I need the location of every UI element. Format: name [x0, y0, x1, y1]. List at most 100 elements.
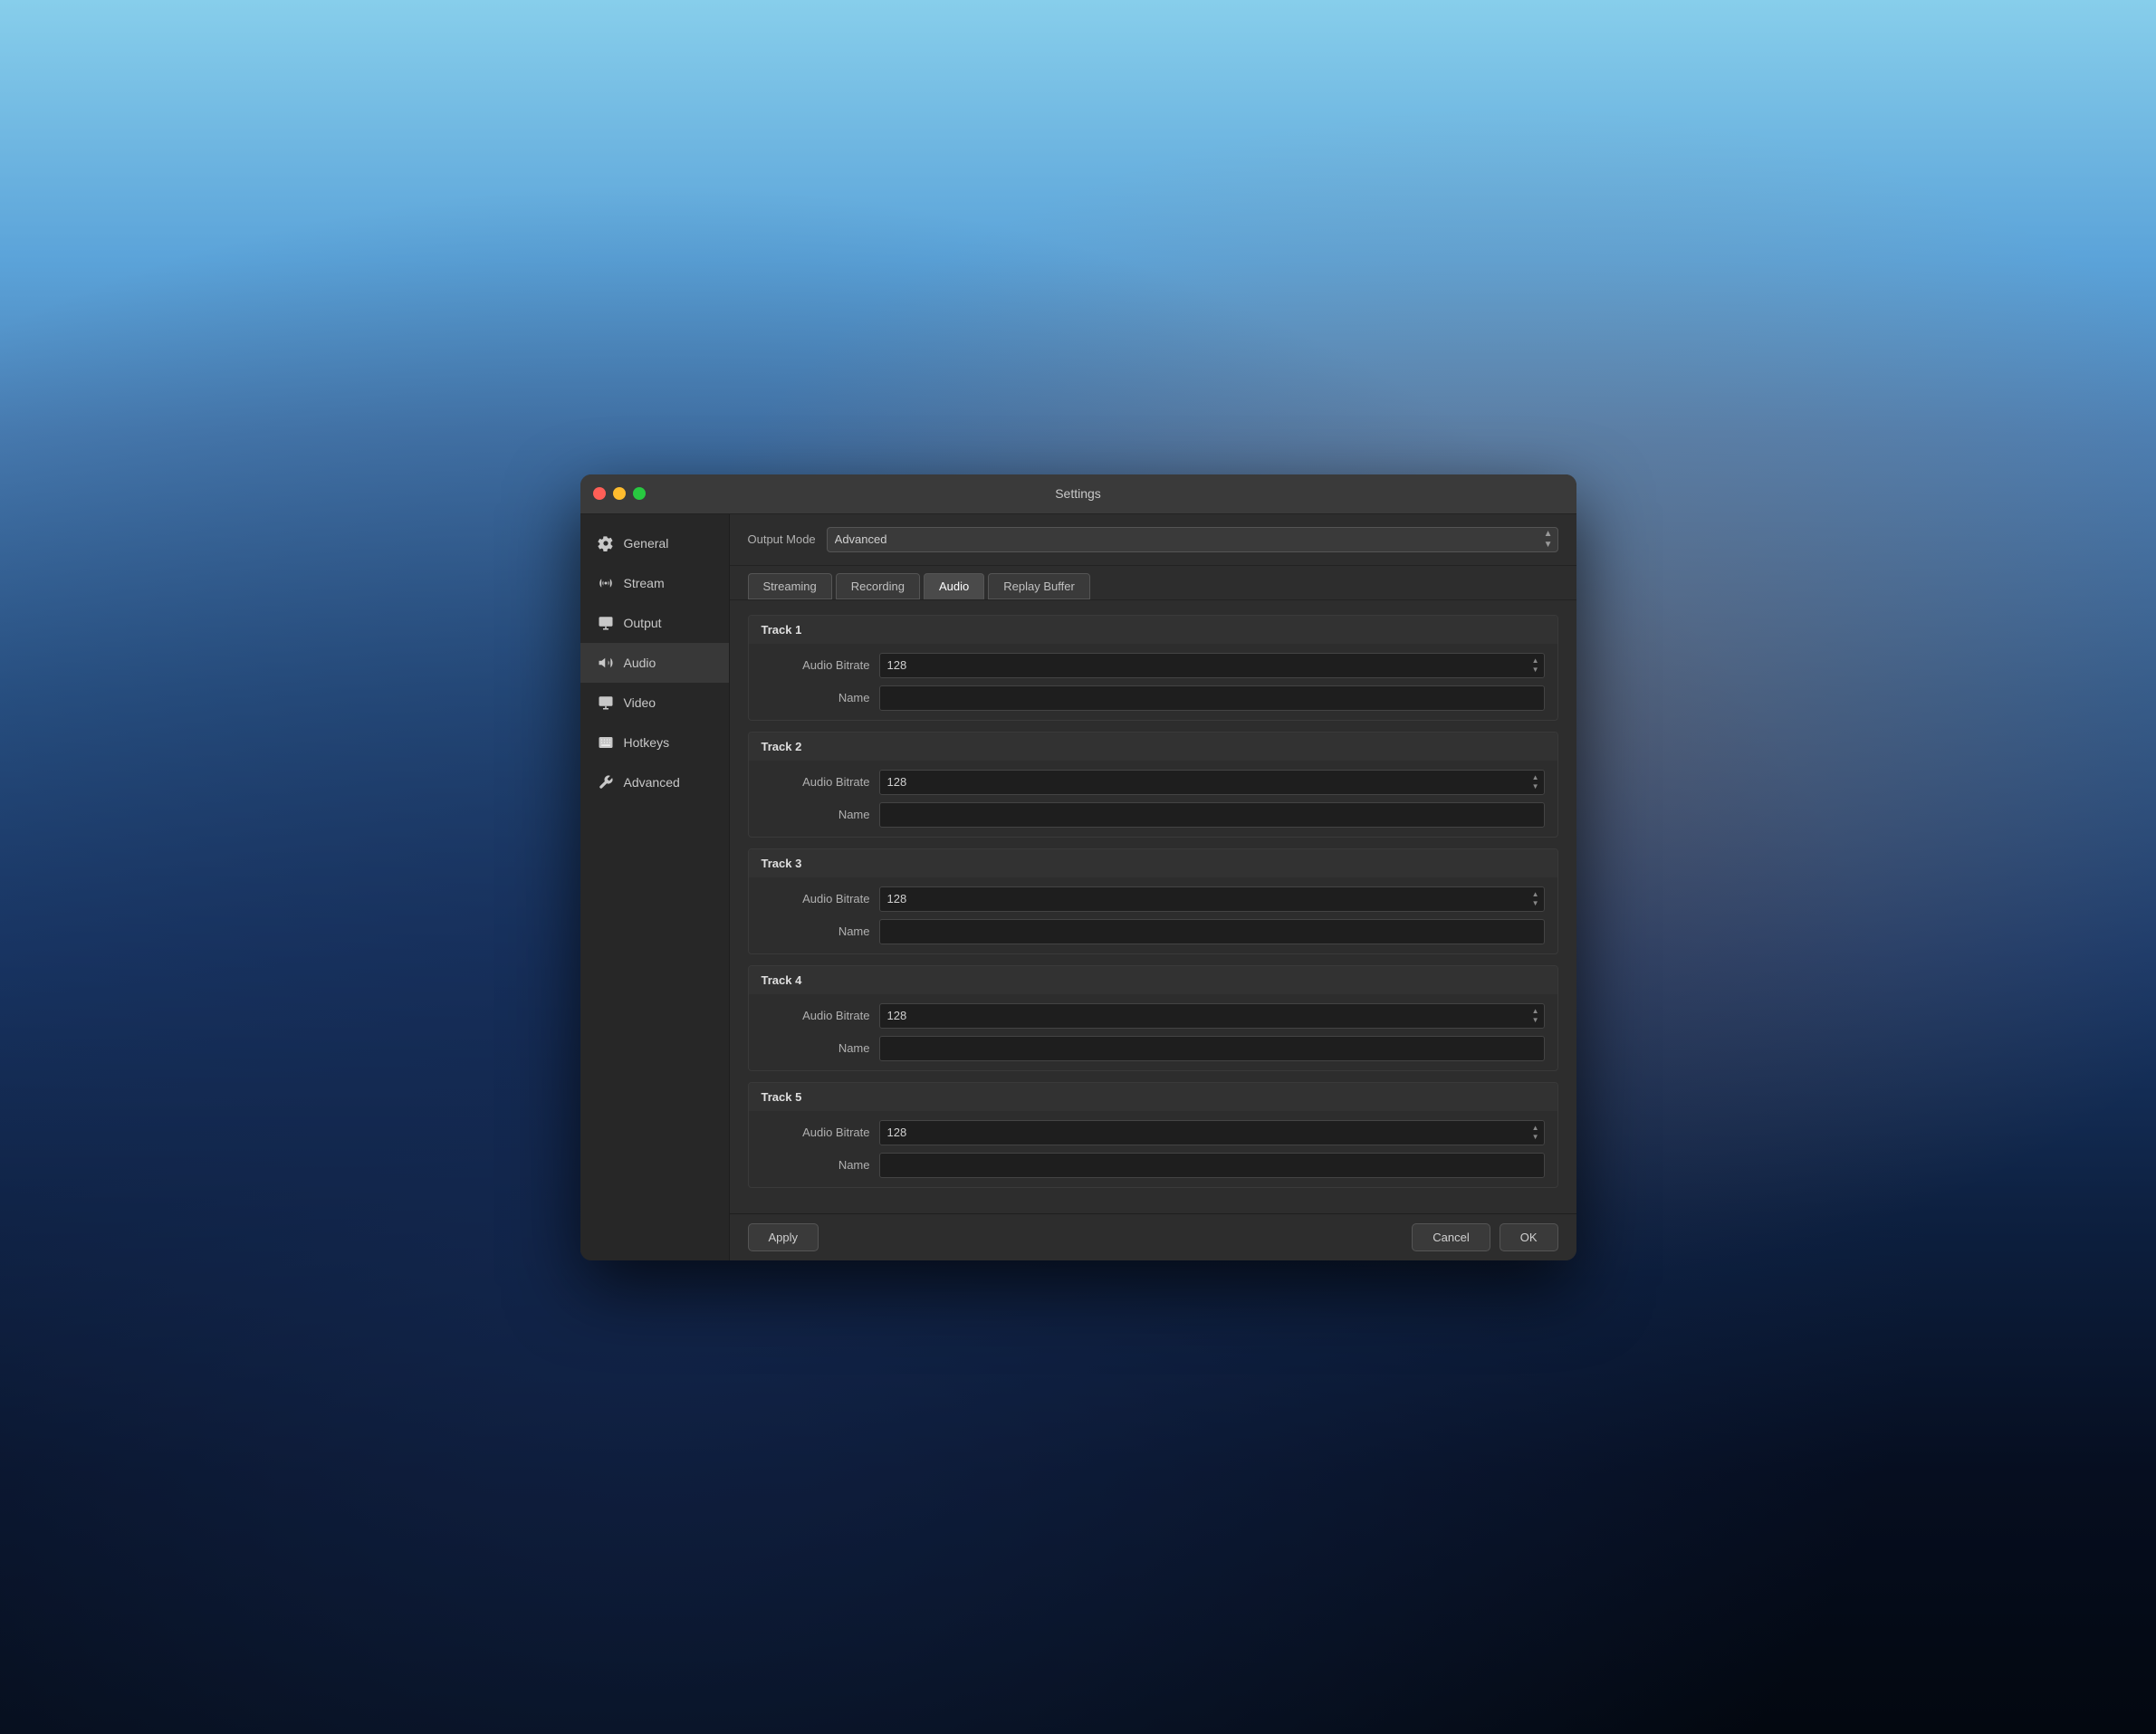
- sidebar-item-general[interactable]: General: [580, 523, 729, 563]
- track-4-name-input[interactable]: [879, 1036, 1545, 1061]
- track-5-bitrate-wrapper: 128 64 96 160 192 256 320 ▲: [879, 1120, 1545, 1145]
- track-1-name-row: Name: [762, 685, 1545, 711]
- track-2-bitrate-select[interactable]: 128 64 96 160 192 256 320: [879, 770, 1545, 795]
- track-1-header: Track 1: [749, 616, 1557, 644]
- sidebar-item-video[interactable]: Video: [580, 683, 729, 723]
- track-5-header: Track 5: [749, 1083, 1557, 1111]
- audio-icon: [597, 654, 615, 672]
- sidebar-item-hotkeys[interactable]: Hotkeys: [580, 723, 729, 762]
- track-3-bitrate-up[interactable]: ▲: [1530, 890, 1541, 899]
- ok-button[interactable]: OK: [1500, 1223, 1558, 1251]
- track-1-name-wrapper: [879, 685, 1545, 711]
- cancel-button[interactable]: Cancel: [1412, 1223, 1490, 1251]
- minimize-button[interactable]: [613, 487, 626, 500]
- track-5-bitrate-select[interactable]: 128 64 96 160 192 256 320: [879, 1120, 1545, 1145]
- track-3-bitrate-select[interactable]: 128 64 96 160 192 256 320: [879, 886, 1545, 912]
- track-3-name-input[interactable]: [879, 919, 1545, 944]
- tab-streaming[interactable]: Streaming: [748, 573, 832, 599]
- track-1-bitrate-spin: ▲ ▼: [1530, 656, 1541, 675]
- main-content: Output Mode Advanced Simple ▲ ▼ Streamin…: [730, 514, 1576, 1260]
- track-2-bitrate-wrapper: 128 64 96 160 192 256 320 ▲: [879, 770, 1545, 795]
- hotkeys-icon: [597, 733, 615, 752]
- track-4-bitrate-row: Audio Bitrate 128 64 96 160 192 256 320: [762, 1003, 1545, 1029]
- advanced-icon: [597, 773, 615, 791]
- track-2-name-wrapper: [879, 802, 1545, 828]
- output-mode-bar: Output Mode Advanced Simple ▲ ▼: [730, 514, 1576, 566]
- track-2-body: Audio Bitrate 128 64 96 160 192 256 320: [749, 761, 1557, 837]
- track-2-bitrate-down[interactable]: ▼: [1530, 782, 1541, 791]
- track-1-bitrate-select[interactable]: 128 64 96 160 192 256 320: [879, 653, 1545, 678]
- settings-window: Settings General Stream: [580, 474, 1576, 1260]
- track-5-bitrate-row: Audio Bitrate 128 64 96 160 192 256 320: [762, 1120, 1545, 1145]
- track-3-name-label: Name: [762, 924, 870, 938]
- track-4-bitrate-select[interactable]: 128 64 96 160 192 256 320: [879, 1003, 1545, 1029]
- sidebar-item-output[interactable]: Output: [580, 603, 729, 643]
- track-2-name-row: Name: [762, 802, 1545, 828]
- close-button[interactable]: [593, 487, 606, 500]
- track-1-bitrate-up[interactable]: ▲: [1530, 656, 1541, 666]
- track-1-bitrate-down[interactable]: ▼: [1530, 666, 1541, 675]
- bottom-bar: Apply Cancel OK: [730, 1213, 1576, 1260]
- sidebar-item-advanced[interactable]: Advanced: [580, 762, 729, 802]
- track-1-bitrate-label: Audio Bitrate: [762, 658, 870, 672]
- sidebar-label-video: Video: [624, 695, 656, 710]
- titlebar: Settings: [580, 474, 1576, 514]
- track-2-name-input[interactable]: [879, 802, 1545, 828]
- track-5-body: Audio Bitrate 128 64 96 160 192 256 320: [749, 1111, 1557, 1187]
- track-1-bitrate-row: Audio Bitrate 128 64 96 160 192 256 320: [762, 653, 1545, 678]
- track-3-bitrate-label: Audio Bitrate: [762, 892, 870, 905]
- maximize-button[interactable]: [633, 487, 646, 500]
- track-5-name-wrapper: [879, 1153, 1545, 1178]
- track-4-name-wrapper: [879, 1036, 1545, 1061]
- track-4-bitrate-wrapper: 128 64 96 160 192 256 320 ▲: [879, 1003, 1545, 1029]
- track-section-3: Track 3 Audio Bitrate 128 64 96 160 192: [748, 848, 1558, 954]
- output-mode-select[interactable]: Advanced Simple: [827, 527, 1558, 552]
- track-4-bitrate-up[interactable]: ▲: [1530, 1007, 1541, 1016]
- track-2-header: Track 2: [749, 733, 1557, 761]
- sidebar-item-audio[interactable]: Audio: [580, 643, 729, 683]
- window-body: General Stream: [580, 514, 1576, 1260]
- sidebar-item-stream[interactable]: Stream: [580, 563, 729, 603]
- track-4-header: Track 4: [749, 966, 1557, 994]
- track-3-body: Audio Bitrate 128 64 96 160 192 256 320: [749, 877, 1557, 953]
- track-3-bitrate-down[interactable]: ▼: [1530, 899, 1541, 908]
- track-3-bitrate-spin: ▲ ▼: [1530, 890, 1541, 908]
- track-2-bitrate-up[interactable]: ▲: [1530, 773, 1541, 782]
- sidebar-label-audio: Audio: [624, 656, 656, 670]
- track-section-2: Track 2 Audio Bitrate 128 64 96 160 192: [748, 732, 1558, 838]
- track-5-name-label: Name: [762, 1158, 870, 1172]
- apply-button[interactable]: Apply: [748, 1223, 819, 1251]
- sidebar-label-stream: Stream: [624, 576, 665, 590]
- track-section-5: Track 5 Audio Bitrate 128 64 96 160 192: [748, 1082, 1558, 1188]
- tab-recording[interactable]: Recording: [836, 573, 920, 599]
- sidebar-label-general: General: [624, 536, 669, 551]
- track-5-bitrate-up[interactable]: ▲: [1530, 1124, 1541, 1133]
- track-5-name-input[interactable]: [879, 1153, 1545, 1178]
- gear-icon: [597, 534, 615, 552]
- track-2-bitrate-spin: ▲ ▼: [1530, 773, 1541, 791]
- track-1-name-label: Name: [762, 691, 870, 704]
- track-4-bitrate-down[interactable]: ▼: [1530, 1016, 1541, 1025]
- sidebar: General Stream: [580, 514, 730, 1260]
- track-4-name-row: Name: [762, 1036, 1545, 1061]
- tab-audio[interactable]: Audio: [924, 573, 984, 599]
- track-section-4: Track 4 Audio Bitrate 128 64 96 160 192: [748, 965, 1558, 1071]
- track-5-bitrate-down[interactable]: ▼: [1530, 1133, 1541, 1142]
- track-1-name-input[interactable]: [879, 685, 1545, 711]
- sidebar-label-advanced: Advanced: [624, 775, 680, 790]
- sidebar-label-hotkeys: Hotkeys: [624, 735, 670, 750]
- track-2-name-label: Name: [762, 808, 870, 821]
- track-3-bitrate-wrapper: 128 64 96 160 192 256 320 ▲: [879, 886, 1545, 912]
- tab-replay-buffer[interactable]: Replay Buffer: [988, 573, 1090, 599]
- output-icon: [597, 614, 615, 632]
- track-section-1: Track 1 Audio Bitrate 128 64 96 160 192: [748, 615, 1558, 721]
- output-mode-label: Output Mode: [748, 532, 816, 546]
- track-5-bitrate-label: Audio Bitrate: [762, 1126, 870, 1139]
- track-4-name-label: Name: [762, 1041, 870, 1055]
- track-2-bitrate-row: Audio Bitrate 128 64 96 160 192 256 320: [762, 770, 1545, 795]
- track-3-bitrate-row: Audio Bitrate 128 64 96 160 192 256 320: [762, 886, 1545, 912]
- output-mode-select-wrapper: Advanced Simple ▲ ▼: [827, 527, 1558, 552]
- track-4-body: Audio Bitrate 128 64 96 160 192 256 320: [749, 994, 1557, 1070]
- track-3-header: Track 3: [749, 849, 1557, 877]
- track-5-name-row: Name: [762, 1153, 1545, 1178]
